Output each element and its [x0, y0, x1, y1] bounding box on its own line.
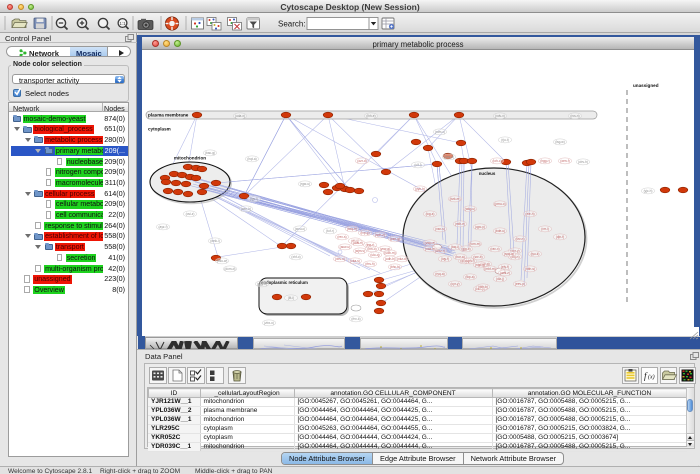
svg-text:(dcm-d): (dcm-d)	[225, 267, 236, 271]
svg-text:(ely-f): (ely-f)	[501, 265, 509, 269]
svg-text:(eie-h): (eie-h)	[525, 212, 534, 216]
svg-text:(tuf-r): (tuf-r)	[326, 229, 334, 233]
svg-text:(gjg-b): (gjg-b)	[461, 247, 470, 251]
svg-text:(kcq-h): (kcq-h)	[347, 227, 357, 231]
svg-text:cytoplasm: cytoplasm	[148, 127, 171, 132]
svg-text:(oen-f): (oen-f)	[560, 159, 569, 163]
svg-text:(osi-z): (osi-z)	[186, 212, 195, 216]
svg-text:(xdv-x): (xdv-x)	[495, 114, 505, 118]
svg-text:(pmu-o): (pmu-o)	[494, 202, 505, 206]
svg-text:(bde-u): (bde-u)	[495, 229, 505, 233]
svg-text:(rex-s): (rex-s)	[337, 235, 346, 239]
svg-text:(xkz-d): (xkz-d)	[397, 257, 407, 261]
svg-text:(wxz-r): (wxz-r)	[435, 249, 445, 253]
svg-text:(xsn-s): (xsn-s)	[435, 227, 445, 231]
svg-text:(odh-h): (odh-h)	[385, 257, 395, 261]
svg-text:(bur-a): (bur-a)	[455, 255, 465, 259]
svg-text:(yjc-h): (yjc-h)	[644, 189, 653, 193]
svg-text:(rhs-h): (rhs-h)	[365, 262, 374, 266]
svg-text:Search:: Search:	[278, 20, 306, 29]
svg-text:(ulf-l): (ulf-l)	[414, 163, 421, 167]
svg-text:(wkg-u): (wkg-u)	[465, 207, 476, 211]
svg-text:(ayz-f): (ayz-f)	[158, 225, 167, 229]
svg-text:(ami-z): (ami-z)	[500, 271, 510, 275]
svg-text:(wnk-i): (wnk-i)	[210, 239, 220, 243]
svg-text:(iyu-k): (iyu-k)	[531, 252, 540, 256]
svg-text:(xrr-i): (xrr-i)	[541, 227, 549, 231]
svg-text:(cyr-y): (cyr-y)	[450, 282, 459, 286]
svg-text:nucleus: nucleus	[479, 171, 496, 176]
svg-text:(rgw-u): (rgw-u)	[300, 182, 310, 186]
svg-text:(rju-t): (rju-t)	[501, 138, 509, 142]
svg-text:mitochondrion: mitochondrion	[174, 156, 206, 161]
svg-text:(lsg-w): (lsg-w)	[555, 140, 565, 144]
svg-text:(mlh-e): (mlh-e)	[455, 222, 465, 226]
svg-text:(rcs-n): (rcs-n)	[570, 114, 579, 118]
svg-text:(djn-f): (djn-f)	[556, 235, 564, 239]
svg-text:(zbx-o): (zbx-o)	[264, 321, 274, 325]
svg-text:(hbh-s): (hbh-s)	[525, 267, 535, 271]
svg-text:(xbv-u): (xbv-u)	[335, 257, 345, 261]
svg-text:(hgg-r): (hgg-r)	[540, 159, 550, 163]
svg-text:(icg-s): (icg-s)	[426, 212, 435, 216]
svg-text:(sph-z): (sph-z)	[375, 233, 385, 237]
svg-text:(ryq-a): (ryq-a)	[435, 272, 444, 276]
svg-text:(ozr-d): (ozr-d)	[357, 159, 366, 163]
svg-text:(ihh-e): (ihh-e)	[366, 114, 375, 118]
svg-text:(dlz-j): (dlz-j)	[496, 277, 504, 281]
svg-text:unassigned: unassigned	[633, 83, 659, 88]
svg-text:(yyb-h): (yyb-h)	[415, 187, 425, 191]
svg-text:(tcm-m): (tcm-m)	[470, 242, 481, 246]
svg-text:(pzn-g): (pzn-g)	[390, 237, 400, 241]
svg-text:(acw-u): (acw-u)	[340, 245, 351, 249]
svg-text:(qpc-y): (qpc-y)	[475, 225, 485, 229]
svg-text:(x): (x)	[648, 374, 655, 381]
svg-text:(ulo-q): (ulo-q)	[370, 253, 379, 257]
svg-text:(llt-i): (llt-i)	[288, 296, 294, 300]
svg-text:(ddv-n): (ddv-n)	[353, 241, 363, 245]
svg-text:(xhf-o): (xhf-o)	[291, 255, 300, 259]
svg-text:(iqy-f): (iqy-f)	[441, 257, 449, 261]
svg-text:(wvu-c): (wvu-c)	[295, 227, 305, 231]
svg-text:(rhv-k): (rhv-k)	[351, 317, 360, 321]
svg-text:(rav-x): (rav-x)	[490, 247, 499, 251]
svg-text:(egy-k): (egy-k)	[257, 282, 267, 286]
svg-text:(wjm-v): (wjm-v)	[355, 249, 365, 253]
svg-text:(rdm-c): (rdm-c)	[435, 130, 445, 134]
svg-text:(eev-p): (eev-p)	[515, 282, 525, 286]
svg-text:(spq-q): (spq-q)	[504, 252, 514, 256]
svg-text:(wrn-h): (wrn-h)	[241, 207, 251, 211]
svg-text:(bzk-m): (bzk-m)	[450, 197, 461, 201]
svg-text:(miu-w): (miu-w)	[217, 259, 228, 263]
svg-text:(uda-x): (uda-x)	[235, 114, 245, 118]
svg-text:(lnn-o): (lnn-o)	[367, 247, 376, 251]
svg-text:(mbf-m): (mbf-m)	[484, 267, 495, 271]
svg-text:(tkp-a): (tkp-a)	[465, 275, 474, 279]
svg-text:(dmi-o): (dmi-o)	[444, 155, 454, 159]
svg-text:(bhc-b): (bhc-b)	[390, 265, 400, 269]
svg-text:(xkb-b): (xkb-b)	[478, 285, 488, 289]
svg-text:plasma membrane: plasma membrane	[148, 113, 189, 118]
svg-text:(cka-s): (cka-s)	[350, 259, 360, 263]
svg-text:(cbv-h): (cbv-h)	[578, 160, 588, 164]
svg-text:(lgv-i): (lgv-i)	[250, 197, 258, 201]
svg-text:(cyh-f): (cyh-f)	[465, 259, 474, 263]
svg-text:(ivp-g): (ivp-g)	[360, 231, 369, 235]
svg-text:(ioh-c): (ioh-c)	[492, 159, 501, 163]
svg-text:(bac-g): (bac-g)	[205, 151, 215, 155]
svg-text:(fzv-n): (fzv-n)	[515, 237, 524, 241]
svg-text:(toq-i): (toq-i)	[451, 245, 459, 249]
svg-text:(hqt-a): (hqt-a)	[247, 157, 256, 161]
svg-text:(udb-m): (udb-m)	[384, 251, 395, 255]
svg-text:(vwp-e): (vwp-e)	[425, 241, 436, 245]
svg-text:(sxr-b): (sxr-b)	[473, 255, 482, 259]
